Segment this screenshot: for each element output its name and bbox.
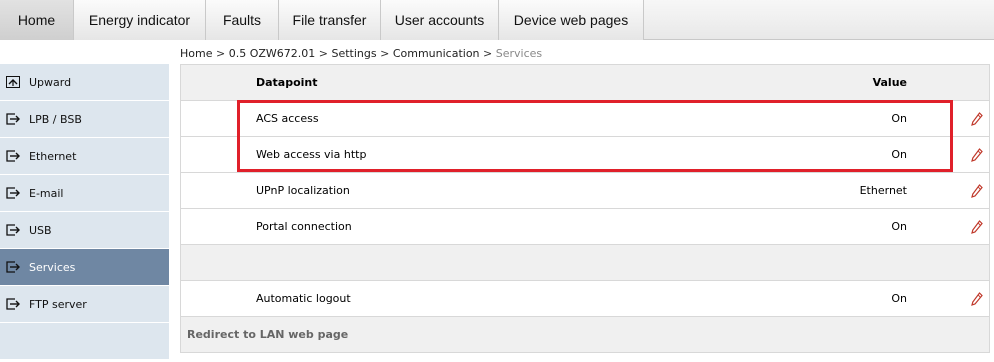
arrow-box-icon xyxy=(6,224,20,236)
arrow-box-icon xyxy=(6,261,20,273)
datapoint-label: Portal connection xyxy=(256,220,352,233)
breadcrumb-communication[interactable]: Communication xyxy=(393,47,480,60)
sidebar-item-lpb-bsb[interactable]: LPB / BSB xyxy=(0,101,169,138)
datapoint-value: On xyxy=(891,292,907,305)
edit-pencil-icon[interactable] xyxy=(971,184,983,198)
sidebar-item-label: Ethernet xyxy=(29,149,77,163)
breadcrumb-settings[interactable]: Settings xyxy=(331,47,376,60)
table-row: Automatic logout On xyxy=(181,281,989,317)
sidebar-item-label: E-mail xyxy=(29,186,64,200)
sidebar-item-label: USB xyxy=(29,223,52,237)
datapoint-label: UPnP localization xyxy=(256,184,350,197)
edit-pencil-icon[interactable] xyxy=(971,112,983,126)
breadcrumb-separator: > xyxy=(215,47,226,60)
sidebar-item-usb[interactable]: USB xyxy=(0,212,169,249)
table-row: UPnP localization Ethernet xyxy=(181,173,989,209)
table-row: Web access via http On xyxy=(181,137,989,173)
sidebar-item-services[interactable]: Services xyxy=(0,249,169,286)
datapoint-table: Datapoint Value ACS access On Web access… xyxy=(180,64,990,353)
breadcrumb-separator: > xyxy=(483,47,493,60)
sidebar-item-ethernet[interactable]: Ethernet xyxy=(0,138,169,175)
sidebar-item-ftp-server[interactable]: FTP server xyxy=(0,286,169,323)
table-group-separator xyxy=(181,245,989,281)
edit-pencil-icon[interactable] xyxy=(971,148,983,162)
breadcrumb-separator: > xyxy=(318,47,328,60)
sidebar-item-upward[interactable]: Upward xyxy=(0,64,169,101)
table-row: ACS access On xyxy=(181,101,989,137)
column-header-datapoint: Datapoint xyxy=(256,76,318,89)
datapoint-value: On xyxy=(891,220,907,233)
sidebar-item-label: LPB / BSB xyxy=(29,112,82,126)
breadcrumb-device[interactable]: 0.5 OZW672.01 xyxy=(229,47,316,60)
column-header-value: Value xyxy=(872,76,907,89)
redirect-lan-link[interactable]: Redirect to LAN web page xyxy=(187,328,348,341)
sidebar-item-label: FTP server xyxy=(29,297,87,311)
sidebar: Upward LPB / BSB Ethernet E-mail USB Ser… xyxy=(0,64,169,360)
top-navigation: Home Energy indicator Faults File transf… xyxy=(0,0,994,40)
tab-energy-indicator[interactable]: Energy indicator xyxy=(74,0,206,40)
table-row: Portal connection On xyxy=(181,209,989,245)
datapoint-value: Ethernet xyxy=(859,184,907,197)
sidebar-item-label: Services xyxy=(29,260,76,274)
datapoint-label: ACS access xyxy=(256,112,319,125)
datapoint-value: On xyxy=(891,112,907,125)
tab-faults[interactable]: Faults xyxy=(206,0,279,40)
upward-icon xyxy=(6,76,20,88)
breadcrumb-home[interactable]: Home xyxy=(180,47,212,60)
breadcrumb-current: Services xyxy=(495,47,543,60)
tab-home[interactable]: Home xyxy=(0,0,74,40)
redirect-link-row[interactable]: Redirect to LAN web page xyxy=(181,317,989,353)
sidebar-item-email[interactable]: E-mail xyxy=(0,175,169,212)
datapoint-label: Automatic logout xyxy=(256,292,351,305)
arrow-box-icon xyxy=(6,187,20,199)
arrow-box-icon xyxy=(6,113,20,125)
arrow-box-icon xyxy=(6,298,20,310)
sidebar-item-label: Upward xyxy=(29,75,72,89)
edit-pencil-icon[interactable] xyxy=(971,220,983,234)
tab-file-transfer[interactable]: File transfer xyxy=(279,0,381,40)
tab-device-web-pages[interactable]: Device web pages xyxy=(499,0,644,40)
tab-bar-filler xyxy=(644,0,994,39)
breadcrumb-separator: > xyxy=(380,47,390,60)
datapoint-label: Web access via http xyxy=(256,148,367,161)
breadcrumb: Home > 0.5 OZW672.01 > Settings > Commun… xyxy=(180,47,542,60)
edit-pencil-icon[interactable] xyxy=(971,292,983,306)
tab-user-accounts[interactable]: User accounts xyxy=(381,0,499,40)
datapoint-value: On xyxy=(891,148,907,161)
table-header: Datapoint Value xyxy=(181,65,989,101)
arrow-box-icon xyxy=(6,150,20,162)
sidebar-filler xyxy=(0,323,169,360)
